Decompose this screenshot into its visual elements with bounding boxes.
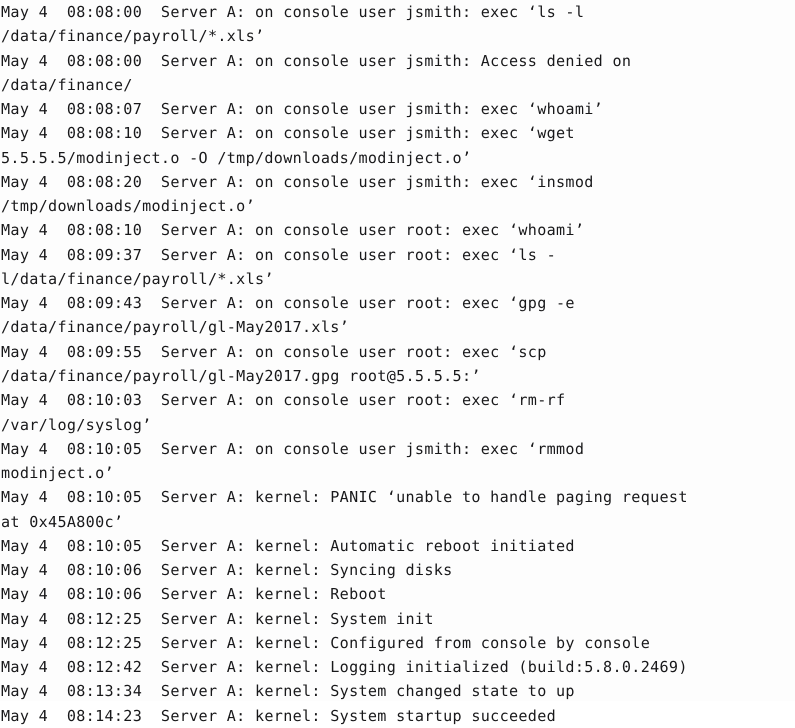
log-line: May 4 08:08:10 Server A: on console user… xyxy=(1,124,575,143)
log-line: May 4 08:08:20 Server A: on console user… xyxy=(1,172,594,191)
log-line: May 4 08:08:07 Server A: on console user… xyxy=(1,100,604,119)
log-line: May 4 08:10:05 Server A: on console user… xyxy=(1,439,585,458)
log-line: May 4 08:13:34 Server A: kernel: System … xyxy=(1,682,575,701)
log-document: May 4 08:08:00 Server A: on console user… xyxy=(0,0,795,725)
log-line: May 4 08:12:25 Server A: kernel: System … xyxy=(1,609,434,628)
log-line-continuation: modinject.o’ xyxy=(1,464,114,483)
log-line: May 4 08:10:05 Server A: kernel: PANIC ‘… xyxy=(1,488,688,507)
log-text-block: May 4 08:08:00 Server A: on console user… xyxy=(1,0,794,728)
log-line-continuation: l/data/finance/payroll/*.xls’ xyxy=(1,269,274,288)
log-line-continuation: at 0x45A800c’ xyxy=(1,512,124,531)
log-line-continuation: /data/finance/payroll/*.xls’ xyxy=(1,27,265,46)
log-line-continuation: /data/finance/ xyxy=(1,75,133,94)
log-line: May 4 08:08:00 Server A: on console user… xyxy=(1,51,632,70)
log-line: May 4 08:09:43 Server A: on console user… xyxy=(1,294,575,313)
log-line-continuation: /data/finance/payroll/gl-May2017.xls’ xyxy=(1,318,350,337)
log-line: May 4 08:10:03 Server A: on console user… xyxy=(1,391,566,410)
log-line: May 4 08:08:00 Server A: on console user… xyxy=(1,3,585,21)
log-line: May 4 08:10:06 Server A: kernel: Reboot xyxy=(1,585,387,604)
log-line-continuation: 5.5.5.5/modinject.o -O /tmp/downloads/mo… xyxy=(1,148,472,167)
log-line: May 4 08:12:42 Server A: kernel: Logging… xyxy=(1,658,688,677)
log-line: May 4 08:08:10 Server A: on console user… xyxy=(1,221,585,240)
log-line-continuation: /data/finance/payroll/gl-May2017.gpg roo… xyxy=(1,366,481,385)
log-line: May 4 08:09:37 Server A: on console user… xyxy=(1,245,557,264)
log-line-continuation: /var/log/syslog’ xyxy=(1,415,152,434)
log-line-continuation: /tmp/downloads/modinject.o’ xyxy=(1,197,255,216)
log-line: May 4 08:10:06 Server A: kernel: Syncing… xyxy=(1,561,453,580)
log-line: May 4 08:14:23 Server A: kernel: System … xyxy=(1,706,557,725)
log-line: May 4 08:09:55 Server A: on console user… xyxy=(1,342,547,361)
log-line: May 4 08:10:05 Server A: kernel: Automat… xyxy=(1,536,575,555)
log-line: May 4 08:12:25 Server A: kernel: Configu… xyxy=(1,633,651,652)
